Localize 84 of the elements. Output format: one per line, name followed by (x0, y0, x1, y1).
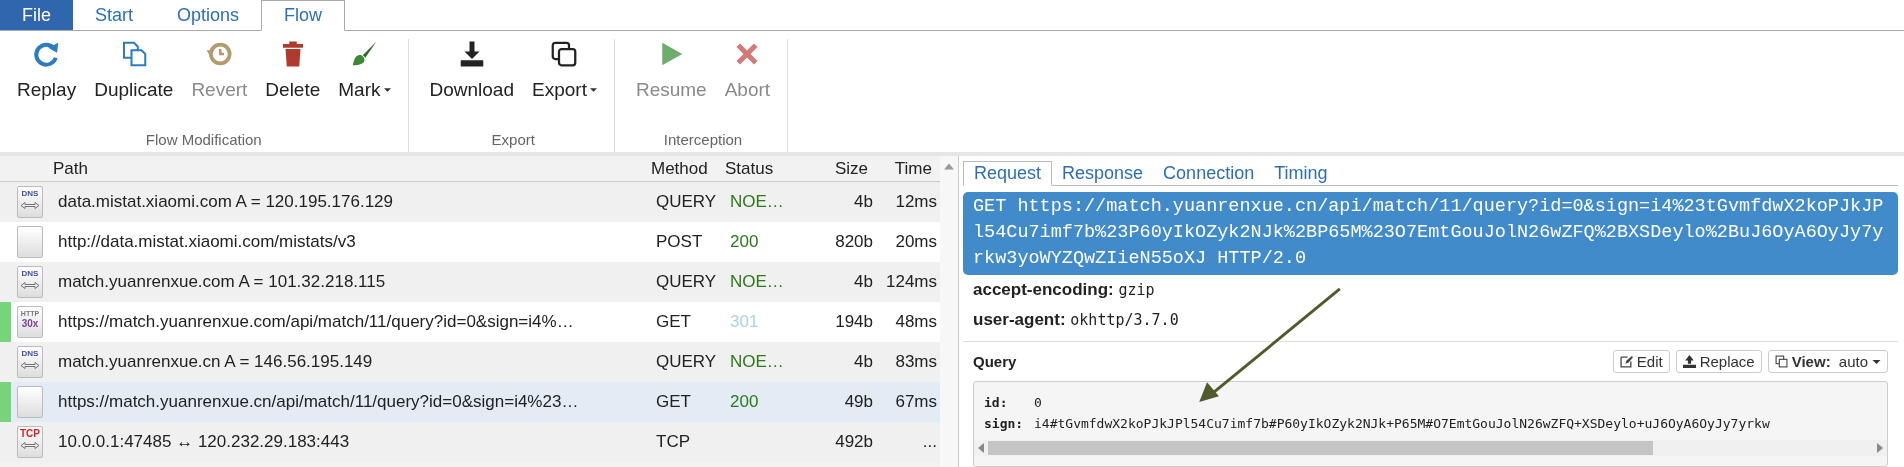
table-cell-text: NOE… (730, 352, 785, 372)
table-cell-text: 200 (730, 232, 760, 252)
header-value: okhttp/3.7.0 (1070, 311, 1179, 329)
table-cell-text: 12ms (894, 192, 937, 212)
query-button[interactable]: Replace (1675, 350, 1762, 373)
toolbar-button[interactable]: Replay (8, 39, 86, 131)
detail-tab[interactable]: Timing (1264, 161, 1338, 185)
group-label: Interception (663, 131, 743, 150)
table-cell-text: 4b (853, 352, 873, 372)
table-cell-text: 200 (730, 392, 760, 412)
flow-type-icon: DNS (17, 266, 43, 298)
upload-icon (1682, 355, 1696, 368)
scrollbar[interactable] (974, 440, 1887, 456)
table-cell-text: data.mistat.xiaomi.com A = 120.195.176.129 (58, 192, 395, 212)
table-cell-text: ... (921, 432, 937, 452)
table-cell-text: 67ms (894, 392, 937, 412)
table-cell-text: QUERY (656, 352, 718, 372)
detail-tab[interactable]: Connection (1153, 161, 1265, 185)
table-cell-text: 83ms (894, 352, 937, 372)
param-value: 0 (1034, 394, 1042, 412)
table-cell-text: 124ms (884, 272, 937, 292)
detail-tab[interactable]: Response (1052, 161, 1154, 185)
table-cell-text: NOE… (730, 272, 785, 292)
scroll-thumb[interactable] (988, 441, 1653, 455)
column-header[interactable]: Method (651, 158, 725, 179)
menu-tab[interactable]: File (0, 0, 73, 30)
query-button[interactable]: Edit (1612, 350, 1670, 373)
table-cell-text: 4b (853, 272, 873, 292)
table-cell-text: 4b (853, 192, 873, 212)
table-cell-text: 49b (843, 392, 873, 412)
toolbar-button[interactable]: Delete (256, 39, 330, 131)
caret-icon (1872, 358, 1881, 365)
column-header[interactable]: Path (53, 158, 651, 179)
table-cell-text: 10.0.0.1:47485 ↔ 120.232.29.183:443 (58, 432, 351, 452)
param-name: id: (984, 394, 1009, 412)
view-dropdown[interactable]: View: auto (1767, 350, 1888, 373)
table-cell-text: 820b (834, 232, 873, 252)
section-title: Query (973, 353, 1017, 370)
param-value: i4#tGvmfdwX2koPJkJPl54Cu7imf7b#P60yIkOZyk2NJk+P65M#O7EmtGouJolN26wZFQ+XSDeylo+uJ6OyA6OyJy7yrkw (1034, 415, 1770, 433)
header-name: accept-encoding: (973, 280, 1114, 299)
scroll-left-icon[interactable] (978, 443, 984, 453)
flow-type-icon (17, 226, 43, 258)
flow-type-icon: DNS (17, 186, 43, 218)
flow-row[interactable]: http://data.mistat.xiaomi.com/mistats/v3 POST 200 820b 20ms (0, 222, 940, 262)
toolbar-button[interactable]: Export (523, 39, 606, 131)
flow-type-icon (17, 386, 43, 418)
scrollbar[interactable] (940, 156, 958, 467)
table-cell-text: GET (656, 312, 692, 332)
column-header[interactable]: Status (725, 158, 788, 179)
table-cell-text: POST (656, 232, 704, 252)
table-cell-text: match.yuanrenxue.com A = 101.32.218.115 (58, 272, 387, 292)
detail-tab[interactable]: Request (963, 161, 1053, 186)
header-value: gzip (1118, 281, 1155, 299)
edit-icon (1619, 355, 1633, 368)
scroll-up-icon[interactable] (944, 163, 954, 170)
toolbar-button[interactable]: Download (420, 39, 523, 131)
header-name: user-agent: (973, 310, 1066, 329)
toolbar-button[interactable]: Mark (329, 39, 400, 131)
column-header[interactable]: Time (868, 158, 932, 179)
table-cell-text: http://data.mistat.xiaomi.com/mistats/v3 (58, 232, 357, 252)
group-label: Flow Modification (145, 131, 262, 150)
table-cell-text: 492b (834, 432, 873, 452)
group-label: Export (491, 131, 535, 150)
flow-row[interactable]: https://match.yuanrenxue.cn/api/match/11/query?id=0&sign=i4%23… GET 200 49b 67ms (0, 382, 940, 422)
table-cell-text: match.yuanrenxue.cn A = 146.56.195.149 (58, 352, 374, 372)
table-cell-text: NOE… (730, 192, 785, 212)
toolbar-button[interactable]: Duplicate (85, 39, 183, 131)
table-cell-text: 20ms (894, 232, 937, 252)
table-cell-text: https://match.yuanrenxue.cn/api/match/11/query?id=0&sign=i4%23… (58, 392, 580, 412)
param-name: sign: (984, 415, 1025, 433)
table-cell-text: 194b (834, 312, 873, 332)
table-cell-text: QUERY (656, 272, 718, 292)
table-cell-text: QUERY (656, 192, 718, 212)
menu-tab[interactable]: Flow (261, 0, 346, 31)
table-cell-text: https://match.yuanrenxue.com/api/match/11/query?id=0&sign=i4%… (58, 312, 575, 332)
table-cell-text: 301 (730, 312, 760, 332)
table-cell-text: TCP (656, 432, 691, 452)
scroll-right-icon[interactable] (1877, 443, 1883, 453)
column-header[interactable]: Size (788, 158, 868, 179)
flow-type-icon: DNS (17, 346, 43, 378)
table-cell-text: GET (656, 392, 692, 412)
copy-icon (1774, 355, 1788, 368)
table-cell-text: 48ms (894, 312, 937, 332)
flow-type-icon: TCP (17, 426, 43, 458)
